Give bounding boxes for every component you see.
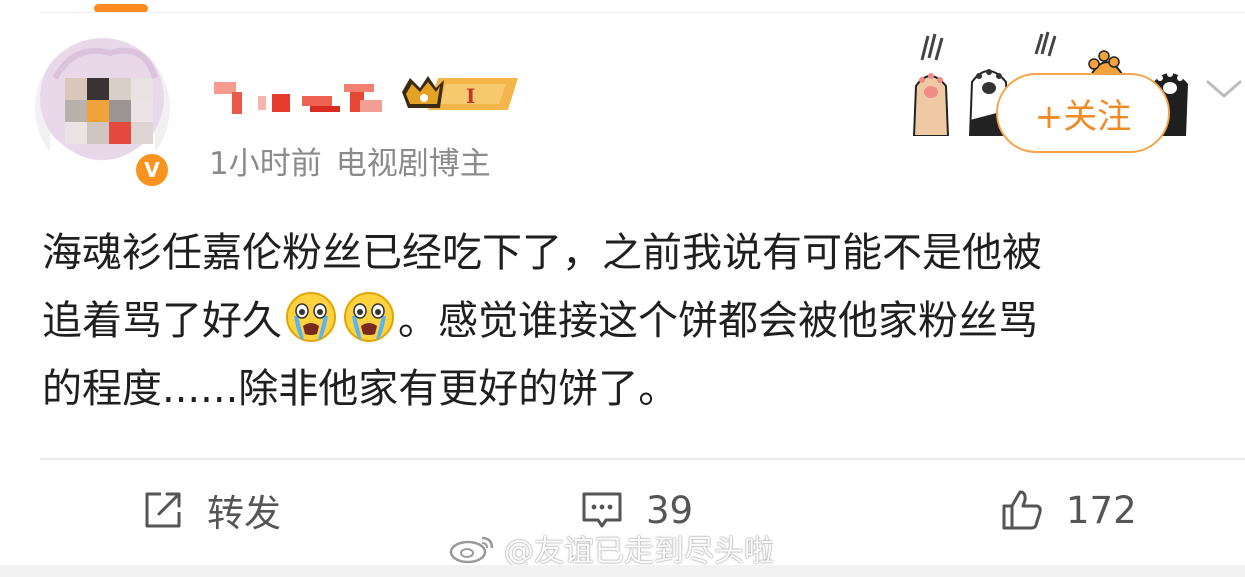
follow-button[interactable]: +关注 [996,73,1170,153]
chevron-down-icon[interactable] [1204,76,1244,102]
action-divider [40,458,1245,460]
post-text-line-2: 追着骂了好久 。感觉谁接这个饼都会被他家粉丝骂 [42,287,1237,355]
repost-icon [145,492,181,528]
author-role: 电视剧博主 [335,146,491,182]
post-text-line-1: 海魂衫任嘉伦粉丝已经吃下了，之前我说有可能不是他被 [42,230,1042,276]
post-text-line-3: 的程度......除非他家有更好的饼了。 [42,366,679,412]
post-meta: 1小时前 电视剧博主 [209,138,491,183]
avatar[interactable]: V [30,33,180,190]
bottom-bar [0,565,1245,577]
post-body: 海魂衫任嘉伦粉丝已经吃下了，之前我说有可能不是他被 追着骂了好久 。感觉谁接这个… [42,219,1237,423]
crying-emoji-icon [284,290,338,344]
username-blur-pixels [214,82,382,114]
svg-text:I: I [466,84,475,108]
crown-badge-icon: I [398,70,522,118]
thumbs-up-icon [1002,490,1042,530]
top-divider [40,12,1245,13]
crying-emoji-icon [342,290,396,344]
repost-label: 转发 [207,492,281,535]
weibo-logo-icon [449,536,494,564]
repost-button[interactable]: 转发 [141,484,281,536]
post-time[interactable]: 1小时前 [209,146,322,182]
watermark: @友谊已走到尽头啦 [448,526,774,570]
like-button[interactable]: 172 [1000,484,1137,536]
username[interactable] [210,70,390,120]
like-count: 172 [1066,488,1137,532]
verified-badge-icon: V [132,150,172,190]
